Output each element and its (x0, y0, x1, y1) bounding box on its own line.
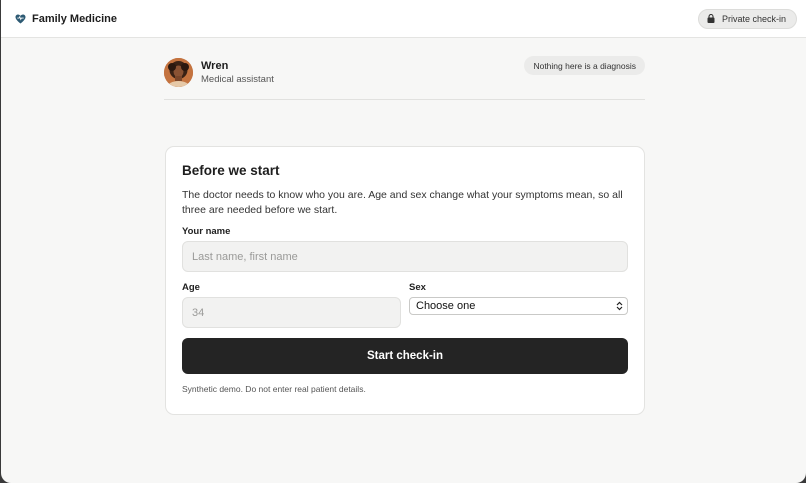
sex-select-value: Choose one (416, 300, 476, 312)
checkin-form-card: Before we start The doctor needs to know… (165, 146, 645, 415)
age-input[interactable] (182, 297, 401, 328)
age-label: Age (182, 282, 200, 293)
app-window: Family Medicine Private check-in Wren Me… (1, 0, 806, 483)
heart-icon (14, 13, 26, 25)
sex-label: Sex (409, 282, 426, 293)
start-checkin-button[interactable]: Start check-in (182, 338, 628, 374)
assistant-header: Wren Medical assistant Nothing here is a… (164, 56, 645, 100)
chevron-updown-icon (616, 301, 623, 311)
name-input[interactable] (182, 241, 628, 272)
assistant-role: Medical assistant (201, 73, 274, 85)
form-title: Before we start (182, 163, 280, 178)
lock-icon (707, 14, 716, 24)
avatar (164, 58, 193, 87)
assistant-name: Wren (201, 59, 229, 72)
sex-select[interactable]: Choose one (409, 297, 628, 315)
brand[interactable]: Family Medicine (14, 13, 117, 25)
diagnosis-disclaimer-badge: Nothing here is a diagnosis (524, 56, 645, 75)
private-checkin-badge: Private check-in (697, 8, 797, 29)
brand-name: Family Medicine (32, 12, 117, 25)
top-bar: Family Medicine Private check-in (1, 0, 806, 38)
private-checkin-label: Private check-in (721, 13, 786, 24)
demo-disclaimer: Synthetic demo. Do not enter real patien… (182, 384, 366, 394)
form-description: The doctor needs to know who you are. Ag… (182, 189, 623, 216)
name-label: Your name (182, 226, 231, 237)
